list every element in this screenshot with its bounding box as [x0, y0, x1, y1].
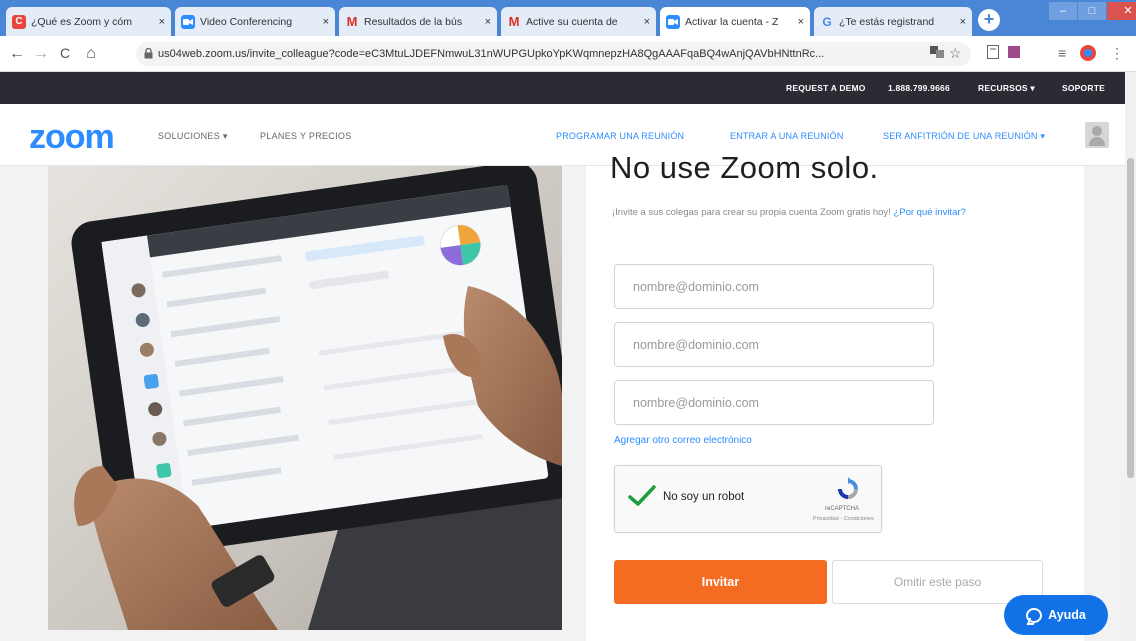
recaptcha-label: No soy un robot [663, 491, 745, 503]
zoom-favicon-icon [666, 14, 680, 29]
browser-tab-bar: C ¿Qué es Zoom y cóm × Video Conferencin… [0, 0, 1136, 36]
tab-label: Video Conferencing [200, 15, 293, 28]
recaptcha-logo-icon [835, 476, 861, 502]
invite-subtitle: ¡Invite a sus colegas para crear su prop… [612, 207, 966, 218]
url-text: us04web.zoom.us/invite_colleague?code=eC… [158, 48, 825, 60]
extension-2-icon[interactable] [1008, 45, 1020, 61]
schedule-meeting-link[interactable]: PROGRAMAR UNA REUNIÓN [556, 131, 684, 141]
zoom-favicon-icon [181, 14, 195, 29]
back-icon[interactable]: ← [8, 45, 26, 63]
host-meeting-menu[interactable]: SER ANFITRIÓN DE UNA REUNIÓN ▾ [883, 131, 1045, 142]
browser-tab-5[interactable]: G ¿Te estás registrand × [814, 7, 972, 36]
soluciones-menu[interactable]: SOLUCIONES ▾ [158, 131, 228, 142]
reload-icon[interactable]: C [56, 45, 74, 61]
skip-step-button[interactable]: Omitir este paso [832, 560, 1043, 604]
gmail-favicon-icon: M [508, 14, 520, 29]
checkmark-icon[interactable] [627, 484, 657, 512]
minimize-button[interactable]: – [1049, 2, 1077, 20]
email-field-1[interactable] [614, 264, 934, 309]
tab-favicon-icon: C [12, 14, 26, 29]
menu-kebab-icon[interactable]: ⋮ [1110, 45, 1124, 62]
tab-close-icon[interactable]: × [159, 16, 165, 28]
browser-tab-3[interactable]: M Active su cuenta de × [501, 7, 656, 36]
invite-button[interactable]: Invitar [614, 560, 827, 604]
why-invite-link[interactable]: ¿Por qué invitar? [893, 207, 965, 218]
reading-list-icon[interactable]: ≡ [1058, 45, 1066, 61]
tab-close-icon[interactable]: × [798, 16, 804, 28]
recaptcha-widget: No soy un robot reCAPTCHA Privacidad - C… [614, 465, 882, 533]
main-nav: zoom SOLUCIONES ▾ PLANES Y PRECIOS PROGR… [0, 104, 1125, 166]
bookmark-star-icon[interactable]: ☆ [949, 45, 962, 62]
browser-tab-2[interactable]: M Resultados de la bús × [339, 7, 497, 36]
browser-tab-4[interactable]: Activar la cuenta - Z × [660, 7, 810, 36]
help-button[interactable]: Ayuda [1004, 595, 1108, 635]
translate-icon[interactable] [930, 45, 944, 61]
recaptcha-brand: reCAPTCHA [825, 506, 860, 512]
recursos-menu[interactable]: RECURSOS ▾ [978, 83, 1035, 94]
tab-close-icon[interactable]: × [485, 16, 491, 28]
scrollbar-thumb[interactable] [1127, 158, 1134, 478]
tab-label: Activar la cuenta - Z [685, 15, 779, 28]
browser-tab-0[interactable]: C ¿Qué es Zoom y cóm × [6, 7, 171, 36]
extension-icon[interactable] [987, 45, 999, 62]
tab-close-icon[interactable]: × [323, 16, 329, 28]
tab-label: Active su cuenta de [526, 15, 618, 28]
avatar[interactable] [1085, 122, 1109, 148]
tab-label: ¿Qué es Zoom y cóm [31, 15, 132, 28]
zoom-top-bar: REQUEST A DEMO 1.888.799.9666 RECURSOS ▾… [0, 72, 1125, 104]
home-icon[interactable]: ⌂ [82, 45, 100, 63]
subtitle-text: ¡Invite a sus colegas para crear su prop… [612, 207, 891, 218]
tab-label: ¿Te estás registrand [839, 15, 935, 28]
page-title: No use Zoom solo. [610, 150, 879, 185]
google-favicon-icon: G [822, 14, 832, 29]
recaptcha-privacy-link[interactable]: Privacidad - Condiciones [813, 516, 874, 522]
add-email-link[interactable]: Agregar otro correo electrónico [614, 435, 752, 446]
window-controls: – □ ✕ [1048, 2, 1136, 22]
soporte-link[interactable]: SOPORTE [1062, 83, 1105, 93]
tablet-hero-image [48, 166, 562, 630]
help-label: Ayuda [1048, 608, 1086, 622]
new-tab-button[interactable]: + [978, 9, 1000, 31]
browser-tab-1[interactable]: Video Conferencing × [175, 7, 335, 36]
zoom-logo[interactable]: zoom [29, 118, 115, 157]
lock-icon [144, 42, 153, 66]
phone-link[interactable]: 1.888.799.9666 [888, 83, 950, 93]
profile-icon[interactable] [1080, 45, 1096, 64]
address-bar: ← → C ⌂ us04web.zoom.us/invite_colleague… [0, 36, 1136, 72]
gmail-favicon-icon: M [346, 14, 358, 29]
maximize-button[interactable]: □ [1078, 2, 1106, 20]
request-demo-link[interactable]: REQUEST A DEMO [786, 83, 866, 93]
tab-label: Resultados de la bús [364, 15, 463, 28]
join-meeting-link[interactable]: ENTRAR A UNA REUNIÓN [730, 131, 844, 141]
forward-icon[interactable]: → [32, 45, 50, 63]
url-input[interactable]: us04web.zoom.us/invite_colleague?code=eC… [136, 42, 971, 66]
email-field-3[interactable] [614, 380, 934, 425]
page-scrollbar[interactable] [1125, 72, 1136, 641]
close-window-button[interactable]: ✕ [1107, 2, 1136, 20]
chat-bubble-icon [1026, 607, 1043, 623]
tab-close-icon[interactable]: × [644, 16, 650, 28]
tab-close-icon[interactable]: × [960, 16, 966, 28]
planes-precios-link[interactable]: PLANES Y PRECIOS [260, 131, 352, 141]
email-field-2[interactable] [614, 322, 934, 367]
